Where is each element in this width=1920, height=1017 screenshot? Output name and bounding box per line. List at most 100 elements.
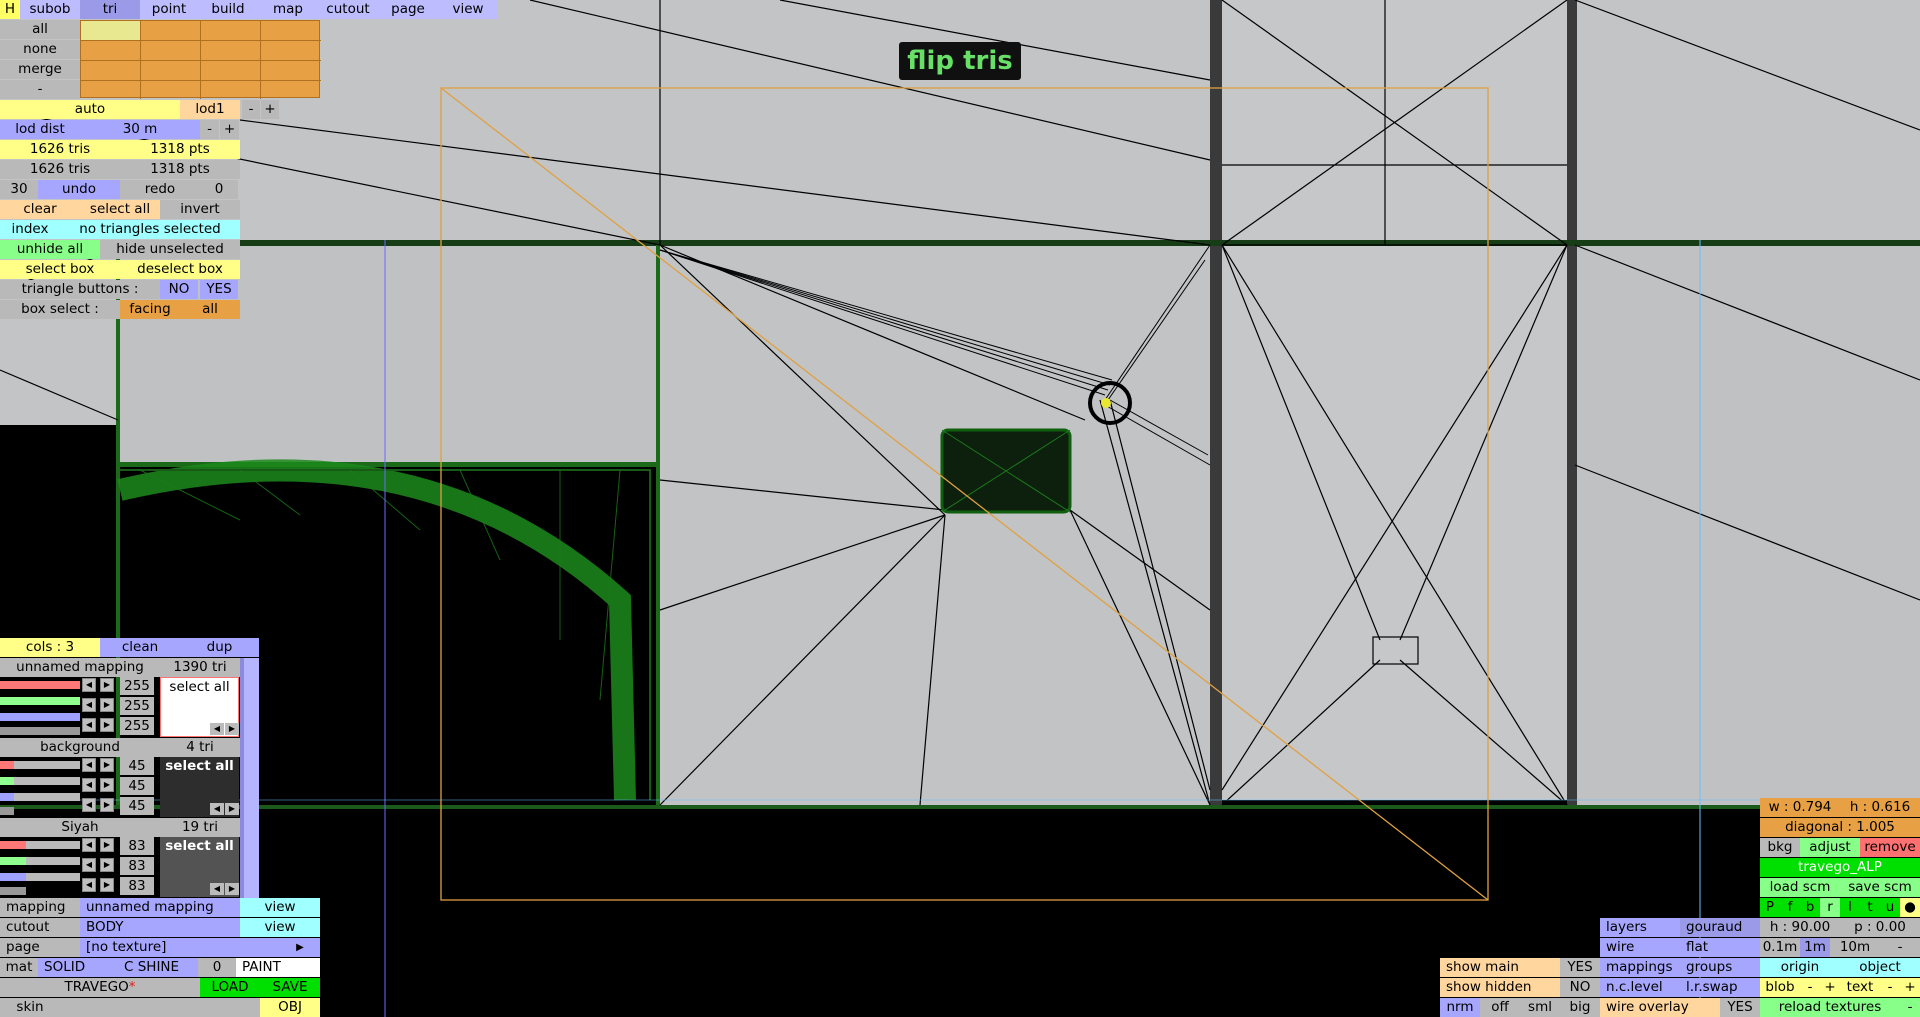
show-main-toggle[interactable]: YES bbox=[1560, 958, 1600, 977]
arrow-left-icon[interactable]: ◀ bbox=[82, 678, 96, 692]
box-select-facing[interactable]: facing bbox=[120, 300, 180, 319]
normals-off-button[interactable]: off bbox=[1480, 998, 1520, 1017]
adjust-button[interactable]: adjust bbox=[1800, 838, 1860, 857]
red-value[interactable]: 45 bbox=[120, 757, 154, 775]
mat-number[interactable]: 0 bbox=[198, 958, 236, 977]
lr-swap-button[interactable]: l.r.swap bbox=[1680, 978, 1760, 997]
bkg-button[interactable]: bkg bbox=[1760, 838, 1800, 857]
c-shine-button[interactable]: C SHINE bbox=[118, 958, 198, 977]
dup-button[interactable]: dup bbox=[180, 638, 259, 657]
hide-unselected-button[interactable]: hide unselected bbox=[100, 240, 240, 259]
blue-value[interactable]: 255 bbox=[120, 717, 154, 735]
3d-viewport[interactable] bbox=[0, 0, 1920, 1017]
group-name[interactable]: background bbox=[0, 738, 160, 757]
swatch-select-all[interactable]: select all bbox=[160, 757, 239, 775]
scale-01m-button[interactable]: 0.1m bbox=[1760, 938, 1800, 957]
grey-slider[interactable] bbox=[0, 887, 26, 895]
select-all-row[interactable]: all bbox=[0, 20, 80, 39]
green-slider[interactable] bbox=[0, 857, 26, 865]
undo-button[interactable]: undo bbox=[38, 180, 120, 199]
deselect-box-button[interactable]: deselect box bbox=[120, 260, 240, 279]
grid-cell-selected[interactable] bbox=[81, 21, 141, 40]
wire-button[interactable]: wire bbox=[1600, 938, 1680, 957]
view-u-button[interactable]: u bbox=[1880, 898, 1900, 917]
green-slider[interactable] bbox=[0, 697, 80, 705]
cutout-value[interactable]: BODY bbox=[80, 918, 240, 937]
tab-h[interactable]: H bbox=[0, 0, 20, 19]
blob-plus-button[interactable]: + bbox=[1820, 978, 1840, 997]
view-p-button[interactable]: P bbox=[1760, 898, 1780, 917]
blue-slider[interactable] bbox=[0, 713, 80, 721]
triangle-buttons-no[interactable]: NO bbox=[160, 280, 198, 299]
tab-view[interactable]: view bbox=[438, 0, 498, 19]
page-value[interactable]: [no texture] bbox=[80, 938, 280, 957]
swatch-select-all[interactable]: select all bbox=[160, 837, 239, 855]
mapping-value[interactable]: unnamed mapping bbox=[80, 898, 240, 917]
arrow-left-icon[interactable]: ◀ bbox=[82, 858, 96, 872]
save-button[interactable]: SAVE bbox=[260, 978, 320, 997]
green-value[interactable]: 83 bbox=[120, 857, 154, 875]
arrow-right-icon[interactable]: ▶ bbox=[100, 878, 114, 892]
paint-button[interactable]: PAINT bbox=[236, 958, 320, 977]
arrow-right-icon[interactable]: ▶ bbox=[100, 718, 114, 732]
swatch-select-all[interactable]: select all bbox=[161, 678, 238, 696]
gouraud-button[interactable]: gouraud bbox=[1680, 918, 1760, 937]
select-box-button[interactable]: select box bbox=[0, 260, 120, 279]
red-slider[interactable] bbox=[0, 841, 26, 849]
slider-track[interactable] bbox=[14, 793, 80, 801]
lod-auto-button[interactable]: auto bbox=[0, 100, 180, 119]
slider-track[interactable] bbox=[26, 857, 80, 865]
skin-value[interactable] bbox=[60, 998, 260, 1017]
grey-slider[interactable] bbox=[0, 727, 80, 735]
load-button[interactable]: LOAD bbox=[200, 978, 260, 997]
green-value[interactable]: 255 bbox=[120, 697, 154, 715]
load-scm-button[interactable]: load scm bbox=[1760, 878, 1840, 897]
arrow-right-icon[interactable]: ▶ bbox=[100, 678, 114, 692]
grey-slider[interactable] bbox=[0, 807, 14, 815]
blob-minus-button[interactable]: - bbox=[1800, 978, 1820, 997]
wire-overlay-toggle[interactable]: YES bbox=[1720, 998, 1760, 1017]
arrow-right-icon[interactable]: ▶ bbox=[100, 838, 114, 852]
tab-map[interactable]: map bbox=[258, 0, 318, 19]
clear-button[interactable]: clear bbox=[0, 200, 80, 219]
red-slider[interactable] bbox=[0, 681, 80, 689]
scale-10m-button[interactable]: 10m bbox=[1830, 938, 1880, 957]
color-grid[interactable] bbox=[80, 20, 321, 99]
red-slider[interactable] bbox=[0, 761, 14, 769]
arrow-right-icon[interactable]: ▶ bbox=[100, 758, 114, 772]
lod-dist-plus[interactable]: + bbox=[220, 120, 239, 139]
slider-track[interactable] bbox=[14, 777, 80, 785]
save-scm-button[interactable]: save scm bbox=[1840, 878, 1920, 897]
blob-button[interactable]: blob bbox=[1760, 978, 1800, 997]
object-button[interactable]: object bbox=[1840, 958, 1920, 977]
redo-button[interactable]: redo bbox=[120, 180, 200, 199]
tab-point[interactable]: point bbox=[140, 0, 198, 19]
page-play-icon[interactable]: ▶ bbox=[280, 938, 320, 957]
view-f-button[interactable]: f bbox=[1780, 898, 1800, 917]
slider-track[interactable] bbox=[14, 761, 80, 769]
clean-button[interactable]: clean bbox=[100, 638, 180, 657]
green-value[interactable]: 45 bbox=[120, 777, 154, 795]
arrow-right-icon[interactable]: ▶ bbox=[225, 883, 239, 895]
select-merge-row[interactable]: merge bbox=[0, 60, 80, 79]
arrow-left-icon[interactable]: ◀ bbox=[82, 758, 96, 772]
blue-slider[interactable] bbox=[0, 793, 14, 801]
tab-tri[interactable]: tri bbox=[80, 0, 140, 19]
arrow-left-icon[interactable]: ◀ bbox=[82, 698, 96, 712]
solid-button[interactable]: SOLID bbox=[38, 958, 118, 977]
text-button[interactable]: text bbox=[1840, 978, 1880, 997]
index-button[interactable]: index bbox=[0, 220, 60, 239]
arrow-left-icon[interactable]: ◀ bbox=[210, 723, 224, 735]
arrow-left-icon[interactable]: ◀ bbox=[210, 803, 224, 815]
arrow-left-icon[interactable]: ◀ bbox=[82, 718, 96, 732]
remove-button[interactable]: remove bbox=[1860, 838, 1920, 857]
slider-track[interactable] bbox=[26, 873, 80, 881]
groups-button[interactable]: groups bbox=[1680, 958, 1760, 977]
group-name[interactable]: Siyah bbox=[0, 818, 160, 837]
lod1-button[interactable]: lod1 bbox=[180, 100, 240, 119]
group-name[interactable]: unnamed mapping bbox=[0, 658, 160, 677]
arrow-left-icon[interactable]: ◀ bbox=[210, 883, 224, 895]
arrow-right-icon[interactable]: ▶ bbox=[100, 698, 114, 712]
arrow-right-icon[interactable]: ▶ bbox=[225, 723, 239, 735]
normals-big-button[interactable]: big bbox=[1560, 998, 1600, 1017]
